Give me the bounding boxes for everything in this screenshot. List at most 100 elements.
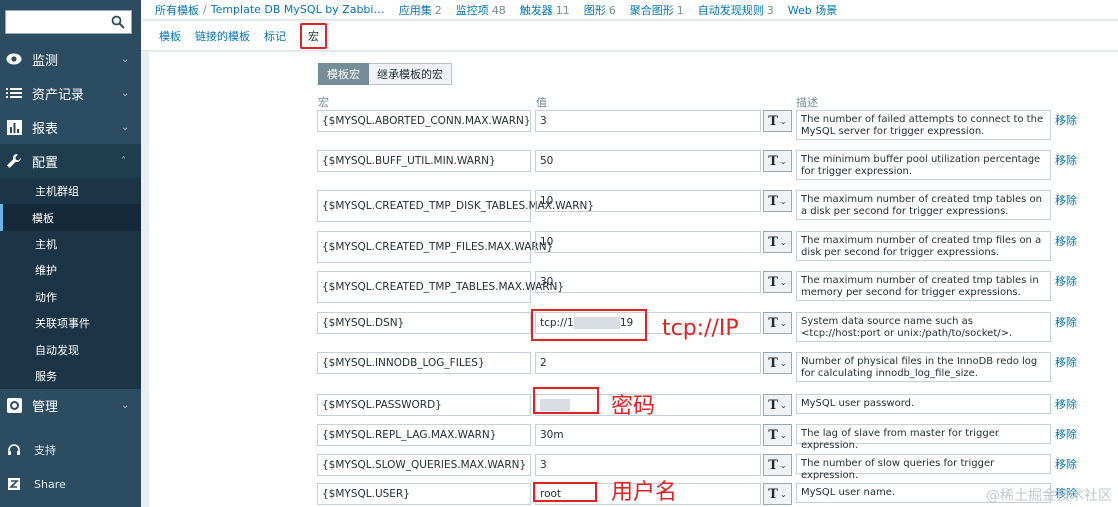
macro-description-field[interactable]: The lag of slave from master for trigger… [796,424,1051,451]
tab-applications[interactable]: 应用集 2 [399,2,442,18]
macro-row: {$MYSQL.ABORTED_CONN.MAX.WARN} 3 T ⌄ The … [149,108,1118,144]
text-type-icon: T [768,193,778,209]
macro-value-field[interactable]: 3 [535,454,761,476]
sidebar-item-label: 资产记录 [32,87,85,103]
sidebar-item-administration[interactable]: 管理 ⌄ [0,388,141,422]
macro-description-field[interactable]: System data source name such as <tcp://h… [796,312,1051,342]
macro-value-field[interactable]: 10 [535,190,761,212]
sidebar-item-configuration[interactable]: 配置 ˄ [0,144,141,178]
macro-name-field[interactable]: {$MYSQL.REPL_LAG.MAX.WARN} [317,424,531,446]
macro-value-field[interactable]: 10 [535,231,761,253]
text-type-icon: T [768,355,778,371]
tab-triggers[interactable]: 触发器 11 [520,2,570,18]
submenu-item-event-correlation[interactable]: 关联项事件 [0,310,141,336]
value-type-select[interactable]: T ⌄ [763,190,792,212]
macro-name-field[interactable]: {$MYSQL.ABORTED_CONN.MAX.WARN} [317,110,531,132]
macros-panel: 模板宏 继承模板的宏 宏 值 描述 {$MYSQL.ABORTED_CONN.M… [149,52,1118,507]
sidebar-item-reports[interactable]: 报表 ⌄ [0,110,141,144]
macro-name-field[interactable]: {$MYSQL.CREATED_TMP_FILES.MAX.WARN} [317,231,553,263]
value-type-select[interactable]: T ⌄ [763,150,792,172]
tab-tags[interactable]: 标记 [264,28,286,44]
remove-button[interactable]: 移除 [1055,112,1077,128]
tab-label: 自动发现规则 [697,3,764,17]
submenu-item-discovery[interactable]: 自动发现 [0,336,141,362]
macro-name-field[interactable]: {$MYSQL.BUFF_UTIL.MIN.WARN} [317,150,531,172]
remove-button[interactable]: 移除 [1055,314,1077,330]
macro-value-field[interactable]: 30m [535,424,761,446]
macro-name-field[interactable]: {$MYSQL.CREATED_TMP_DISK_TABLES.MAX.WARN… [317,190,594,222]
sidebar-item-inventory[interactable]: 资产记录 ⌄ [0,76,141,110]
watermark: @稀土掘金技术社区 [986,488,1112,504]
tab-label: 应用集 [398,3,432,17]
search-input[interactable] [5,10,132,34]
remove-button[interactable]: 移除 [1055,192,1077,208]
chevron-up-icon: ˄ [121,155,126,167]
submenu-item-actions[interactable]: 动作 [0,284,141,310]
tab-screens[interactable]: 聚合图形 1 [630,2,684,18]
macro-name-field[interactable]: {$MYSQL.PASSWORD} [317,394,531,416]
value-type-select[interactable]: T ⌄ [763,312,792,334]
macro-name-field[interactable]: {$MYSQL.DSN} [317,312,531,334]
remove-button[interactable]: 移除 [1055,396,1077,412]
macro-value-field[interactable]: 50 [535,150,761,172]
remove-button[interactable]: 移除 [1055,354,1077,370]
tab-label: 图形 [583,3,606,17]
macro-value-field[interactable]: 3 [535,110,761,132]
chevron-down-icon: ⌄ [779,400,787,410]
sidebar-share-link[interactable]: Share [0,469,141,499]
macro-description-field[interactable]: The number of slow queries for trigger e… [796,454,1051,481]
value-type-select[interactable]: T ⌄ [763,454,792,476]
tab-label: Web 场景 [787,3,838,17]
macro-description-field[interactable]: The maximum number of created tmp tables… [796,190,1051,220]
value-type-select[interactable]: T ⌄ [763,424,792,446]
template-macros-button[interactable]: 模板宏 [318,63,369,85]
tab-web-scenarios[interactable]: Web 场景 [788,2,837,18]
submenu-item-services[interactable]: 服务 [0,363,141,389]
submenu-item-maintenance[interactable]: 维护 [0,257,141,283]
sidebar-support-link[interactable]: 支持 [0,435,141,465]
value-type-select[interactable]: T ⌄ [763,271,792,293]
macro-value-field[interactable]: 2 [535,352,761,374]
tab-template[interactable]: 模板 [159,28,181,44]
value-type-select[interactable]: T ⌄ [763,483,792,505]
breadcrumb-all-templates[interactable]: 所有模板 [155,2,199,18]
search-icon[interactable] [111,15,125,29]
remove-button[interactable]: 移除 [1055,152,1077,168]
tab-count: 48 [491,3,506,17]
value-type-select[interactable]: T ⌄ [763,352,792,374]
breadcrumb-template-name[interactable]: Template DB MySQL by Zabbix agen... [211,3,387,16]
tab-linked-templates[interactable]: 链接的模板 [195,28,250,44]
macro-description-field[interactable]: MySQL user password. [796,394,1051,414]
macro-name-field[interactable]: {$MYSQL.USER} [317,483,531,505]
tab-items[interactable]: 监控项 48 [456,2,506,18]
macro-name-field[interactable]: {$MYSQL.CREATED_TMP_TABLES.MAX.WARN} [317,271,564,303]
macro-description-field[interactable]: The maximum number of created tmp files … [796,231,1051,261]
value-type-select[interactable]: T ⌄ [763,231,792,253]
chevron-down-icon: ⌄ [779,116,787,126]
chevron-down-icon: ⌄ [779,430,787,440]
tab-macros[interactable]: 宏 [300,22,327,49]
macro-name-field[interactable]: {$MYSQL.SLOW_QUERIES.MAX.WARN} [317,454,531,476]
macro-name-field[interactable]: {$MYSQL.INNODB_LOG_FILES} [317,352,531,374]
gear-icon [6,397,22,413]
remove-button[interactable]: 移除 [1055,233,1077,249]
macro-description-field[interactable]: The number of failed attempts to connect… [796,110,1051,140]
remove-button[interactable]: 移除 [1055,456,1077,472]
sidebar-item-monitoring[interactable]: 监测 ⌄ [0,42,141,76]
password-annotation: 密码 [611,394,656,419]
breadcrumb-separator: / [203,3,207,16]
tab-discovery-rules[interactable]: 自动发现规则 3 [698,2,774,18]
value-type-select[interactable]: T ⌄ [763,110,792,132]
macro-description-field[interactable]: Number of physical files in the InnoDB r… [796,352,1051,382]
submenu-item-host-groups[interactable]: 主机群组 [0,178,141,204]
inherited-macros-button[interactable]: 继承模板的宏 [369,63,452,85]
macro-description-field[interactable]: The maximum number of created tmp tables… [796,271,1051,301]
tab-graphs[interactable]: 图形 6 [584,2,616,18]
submenu-item-templates[interactable]: 模板 [0,204,141,231]
remove-button[interactable]: 移除 [1055,426,1077,442]
macro-value-field[interactable]: 30 [535,271,761,293]
remove-button[interactable]: 移除 [1055,273,1077,289]
value-type-select[interactable]: T ⌄ [763,394,792,416]
submenu-item-hosts[interactable]: 主机 [0,231,141,257]
macro-description-field[interactable]: The minimum buffer pool utilization perc… [796,150,1051,180]
